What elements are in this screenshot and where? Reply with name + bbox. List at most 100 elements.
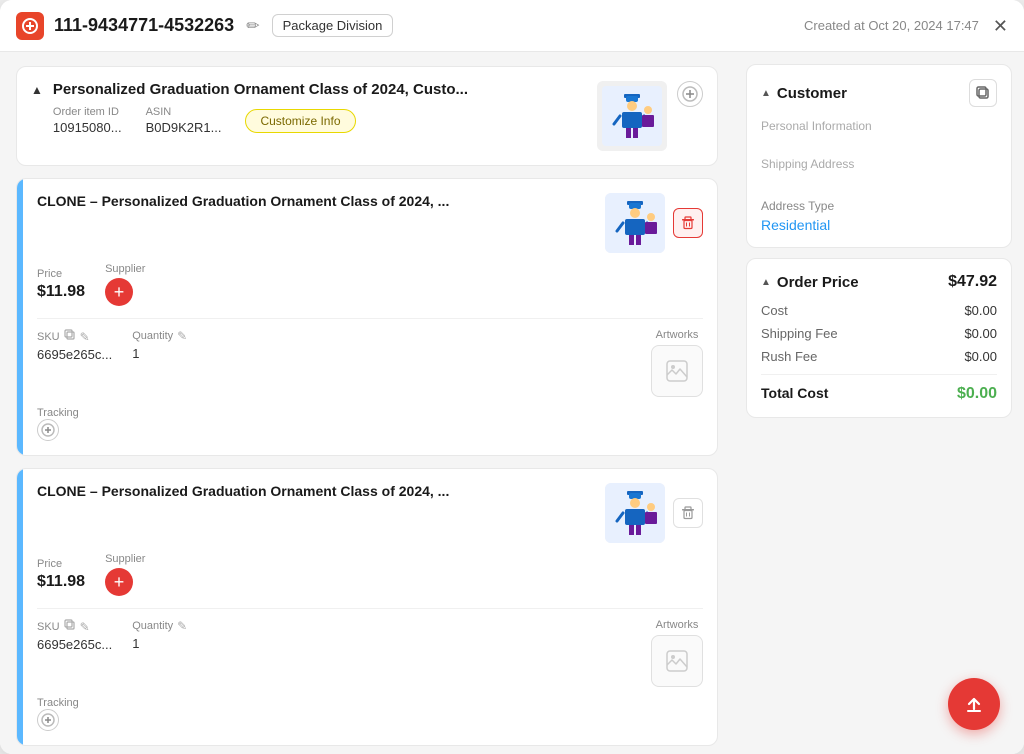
address-type-value: Residential bbox=[761, 217, 997, 233]
add-clone-button[interactable] bbox=[677, 81, 703, 107]
supplier-label-1: Supplier bbox=[105, 553, 145, 565]
artworks-section-1: Artworks bbox=[651, 619, 703, 687]
qty-edit-icon-1[interactable]: ✎ bbox=[177, 619, 187, 633]
price-supplier-row-0: Price $11.98 Supplier + bbox=[37, 263, 703, 306]
clone-title-row-1: CLONE – Personalized Graduation Ornament… bbox=[37, 483, 703, 543]
add-tracking-button-0[interactable] bbox=[37, 419, 59, 441]
price-row-label-0: Cost bbox=[761, 303, 788, 318]
sku-value-1: 6695e265c... bbox=[37, 637, 112, 652]
sku-qty-0: SKU ✎ 6695e265c... Quantity ✎ bbox=[37, 329, 187, 362]
edit-icon[interactable]: ✏ bbox=[244, 14, 261, 38]
order-item-id-group: Order item ID 10915080... bbox=[53, 106, 122, 135]
total-cost-value: $0.00 bbox=[957, 385, 997, 403]
price-label-0: Price bbox=[37, 268, 85, 280]
artwork-box-1[interactable] bbox=[651, 635, 703, 687]
sku-field-label-1: SKU ✎ bbox=[37, 619, 112, 634]
asin-group: ASIN B0D9K2R1... bbox=[146, 106, 222, 135]
clone-content-1: CLONE – Personalized Graduation Ornament… bbox=[23, 469, 717, 745]
add-supplier-button-1[interactable]: + bbox=[105, 568, 133, 596]
asin-value: B0D9K2R1... bbox=[146, 120, 222, 135]
customize-badge[interactable]: Customize Info bbox=[245, 109, 355, 133]
order-item-id-label: Order item ID bbox=[53, 106, 122, 118]
sku-copy-icon-1[interactable] bbox=[64, 619, 76, 634]
qty-value-1: 1 bbox=[132, 636, 187, 651]
tracking-row-1: Tracking bbox=[37, 697, 703, 731]
clone-content-0: CLONE – Personalized Graduation Ornament… bbox=[23, 179, 717, 455]
qty-edit-icon-0[interactable]: ✎ bbox=[177, 329, 187, 343]
header: 111-9434771-4532263 ✏ Package Division C… bbox=[0, 0, 1024, 52]
tracking-label-0: Tracking bbox=[37, 407, 703, 419]
original-item-card: ▲ Personalized Graduation Ornament Class… bbox=[16, 66, 718, 166]
artworks-label-1: Artworks bbox=[656, 619, 699, 631]
price-row-value-1: $0.00 bbox=[964, 326, 997, 341]
upload-fab[interactable] bbox=[948, 678, 1000, 730]
right-panel: ▲ Customer Personal Information Shipping… bbox=[734, 52, 1024, 754]
clone-title-right-0 bbox=[605, 193, 703, 253]
order-price-total-header: $47.92 bbox=[948, 273, 997, 291]
sku-field-label-0: SKU ✎ bbox=[37, 329, 112, 344]
item-image bbox=[597, 81, 667, 151]
supplier-label-0: Supplier bbox=[105, 263, 145, 275]
customer-toggle[interactable]: ▲ bbox=[761, 88, 771, 99]
order-price-header: ▲ Order Price $47.92 bbox=[761, 273, 997, 291]
customer-card-header: ▲ Customer bbox=[761, 79, 997, 107]
price-row-0: Cost $0.00 bbox=[761, 303, 997, 318]
clone-cards-container: CLONE – Personalized Graduation Ornament… bbox=[16, 178, 718, 746]
artworks-section-0: Artworks bbox=[651, 329, 703, 397]
item-meta: Order item ID 10915080... ASIN B0D9K2R1.… bbox=[53, 106, 587, 135]
price-value-1: $11.98 bbox=[37, 573, 85, 591]
order-price-title: ▲ Order Price bbox=[761, 274, 859, 291]
price-row-2: Rush Fee $0.00 bbox=[761, 349, 997, 364]
price-label-1: Price bbox=[37, 558, 85, 570]
price-rows: Cost $0.00 Shipping Fee $0.00 Rush Fee $… bbox=[761, 303, 997, 364]
clone-image-0 bbox=[605, 193, 665, 253]
qty-group-1: Quantity ✎ 1 bbox=[132, 619, 187, 652]
clone-card-0: CLONE – Personalized Graduation Ornament… bbox=[16, 178, 718, 456]
app-icon bbox=[16, 12, 44, 40]
package-division-tag[interactable]: Package Division bbox=[272, 14, 394, 37]
tracking-label-1: Tracking bbox=[37, 697, 703, 709]
address-type-label: Address Type bbox=[761, 199, 997, 213]
total-cost-label: Total Cost bbox=[761, 385, 828, 403]
sku-group-1: SKU ✎ 6695e265c... bbox=[37, 619, 112, 652]
divider-1 bbox=[37, 608, 703, 609]
sku-copy-icon-0[interactable] bbox=[64, 329, 76, 344]
delete-button-1[interactable] bbox=[673, 498, 703, 528]
clone-card-1: CLONE – Personalized Graduation Ornament… bbox=[16, 468, 718, 746]
left-panel: ▲ Personalized Graduation Ornament Class… bbox=[0, 52, 734, 754]
order-item-id-value: 10915080... bbox=[53, 120, 122, 135]
order-price-card: ▲ Order Price $47.92 Cost $0.00 Shipping… bbox=[746, 258, 1012, 418]
delete-button-0[interactable] bbox=[673, 208, 703, 238]
customer-copy-button[interactable] bbox=[969, 79, 997, 107]
customer-card-title: ▲ Customer bbox=[761, 85, 847, 102]
order-price-toggle[interactable]: ▲ bbox=[761, 277, 771, 288]
created-at: Created at Oct 20, 2024 17:47 bbox=[804, 18, 979, 33]
sku-edit-icon-0[interactable]: ✎ bbox=[80, 330, 90, 344]
price-group-0: Price $11.98 bbox=[37, 268, 85, 301]
customer-card: ▲ Customer Personal Information Shipping… bbox=[746, 64, 1012, 248]
asin-label: ASIN bbox=[146, 106, 222, 118]
sku-qty-1: SKU ✎ 6695e265c... Quantity ✎ bbox=[37, 619, 187, 652]
qty-group-0: Quantity ✎ 1 bbox=[132, 329, 187, 362]
price-group-1: Price $11.98 bbox=[37, 558, 85, 591]
clone-image-1 bbox=[605, 483, 665, 543]
divider-0 bbox=[37, 318, 703, 319]
qty-field-label-0: Quantity ✎ bbox=[132, 329, 187, 343]
sku-edit-icon-1[interactable]: ✎ bbox=[80, 620, 90, 634]
add-tracking-button-1[interactable] bbox=[37, 709, 59, 731]
shipping-address-label: Shipping Address bbox=[761, 157, 997, 171]
sku-qty-artworks-0: SKU ✎ 6695e265c... Quantity ✎ bbox=[37, 329, 703, 397]
clone-title-0: CLONE – Personalized Graduation Ornament… bbox=[37, 193, 595, 209]
expand-toggle[interactable]: ▲ bbox=[31, 83, 43, 97]
header-right: Created at Oct 20, 2024 17:47 ✕ bbox=[804, 17, 1008, 35]
add-supplier-button-0[interactable]: + bbox=[105, 278, 133, 306]
sku-group-0: SKU ✎ 6695e265c... bbox=[37, 329, 112, 362]
artwork-box-0[interactable] bbox=[651, 345, 703, 397]
sku-qty-artworks-1: SKU ✎ 6695e265c... Quantity ✎ bbox=[37, 619, 703, 687]
personal-info-label: Personal Information bbox=[761, 119, 997, 133]
tracking-row-0: Tracking bbox=[37, 407, 703, 441]
close-button[interactable]: ✕ bbox=[993, 17, 1008, 35]
price-row-value-0: $0.00 bbox=[964, 303, 997, 318]
price-row-1: Shipping Fee $0.00 bbox=[761, 326, 997, 341]
header-left: 111-9434771-4532263 ✏ Package Division bbox=[16, 12, 393, 40]
